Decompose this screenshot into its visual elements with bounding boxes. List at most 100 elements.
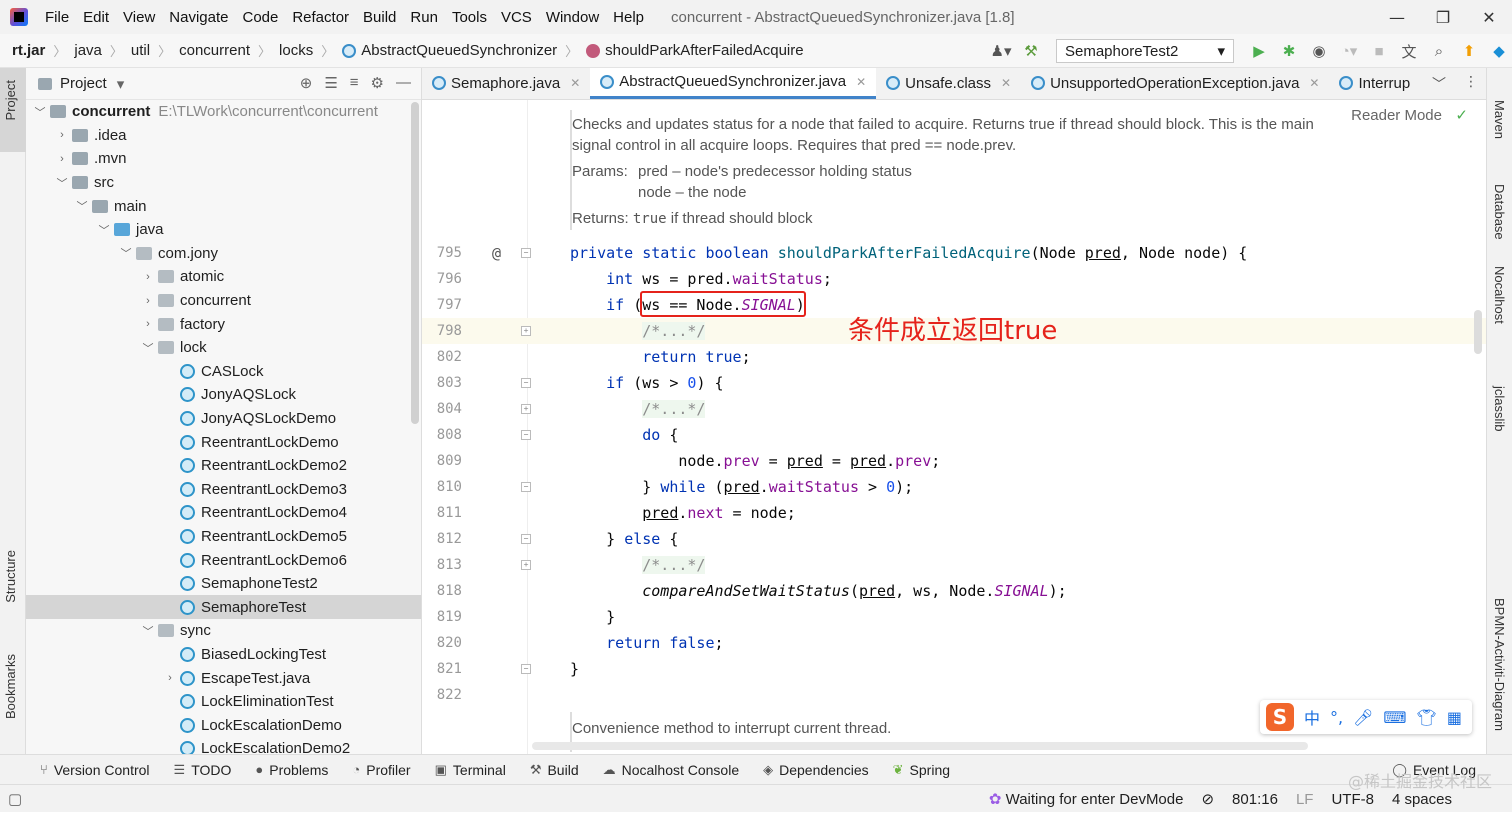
version-control-tool[interactable]: ⑂ Version Control (0, 762, 162, 778)
override-at-icon[interactable]: @ (492, 244, 501, 262)
bookmarks-tool-tab[interactable]: Bookmarks (3, 654, 18, 719)
tree-item[interactable]: LockEscalationDemo2 (26, 737, 421, 754)
devmode-status[interactable]: ✿ Waiting for enter DevMode (989, 790, 1184, 808)
tree-item[interactable]: JonyAQSLock (26, 383, 421, 407)
breadcrumb-class[interactable]: AbstractQueuedSynchronizer (338, 42, 561, 59)
ime-toolbar[interactable]: S 中 °, 🎤︎ ⌨ 👕︎ ▦ (1260, 700, 1472, 734)
tab-unsupported-operation-exception[interactable]: UnsupportedOperationException.java ✕ (1021, 68, 1329, 99)
toggle-tool-windows-icon[interactable]: ▢ (8, 790, 22, 808)
more-icon[interactable]: ⋮ (1464, 74, 1478, 94)
tree-item[interactable]: ﹀ main (26, 194, 421, 218)
tab-interrupted[interactable]: Interrup (1329, 68, 1420, 99)
dependencies-tool[interactable]: ◈ Dependencies (751, 762, 881, 778)
chevron-down-icon[interactable]: ﹀ (54, 175, 70, 191)
tree-item[interactable]: ReentrantLockDemo6 (26, 548, 421, 572)
debug-icon[interactable]: ✱ (1276, 38, 1302, 64)
tab-unsafe[interactable]: Unsafe.class ✕ (876, 68, 1021, 99)
line-separator[interactable]: LF (1296, 791, 1314, 808)
chevron-down-icon[interactable]: ▾ (117, 75, 125, 93)
structure-tool-tab[interactable]: Structure (3, 550, 18, 603)
plugin-logo-icon[interactable]: ◆ (1486, 38, 1512, 64)
profile-icon[interactable]: ◔▾ (1336, 38, 1362, 64)
profiler-tool[interactable]: ◔ Profiler (340, 762, 422, 778)
tree-item[interactable]: JonyAQSLockDemo (26, 407, 421, 431)
fold-marker-icon[interactable]: − (521, 248, 531, 258)
caret-position[interactable]: 801:16 (1232, 791, 1278, 808)
tree-item[interactable]: ﹀ com.jony (26, 242, 421, 266)
update-icon[interactable]: ⬆ (1456, 38, 1482, 64)
chevron-down-icon[interactable]: ﹀ (96, 222, 112, 238)
indent-setting[interactable]: 4 spaces (1392, 791, 1452, 808)
fold-marker-icon[interactable]: − (521, 534, 531, 544)
tree-item[interactable]: BiasedLockingTest (26, 643, 421, 667)
jclasslib-tool-tab[interactable]: jclasslib (1492, 386, 1507, 432)
close-icon[interactable]: ✕ (1309, 76, 1319, 90)
menu-run[interactable]: Run (403, 9, 445, 26)
chevron-down-icon[interactable]: ﹀ (74, 198, 90, 214)
spring-tool[interactable]: ❦ Spring (881, 762, 962, 778)
bpmn-tool-tab[interactable]: BPMN-Activiti-Diagram (1492, 598, 1507, 731)
breadcrumb-method[interactable]: shouldParkAfterFailedAcquire (582, 42, 807, 59)
breadcrumb-rt-jar[interactable]: rt.jar (0, 42, 49, 59)
fold-marker-icon[interactable]: − (521, 664, 531, 674)
terminal-tool[interactable]: ▣ Terminal (423, 762, 518, 778)
chevron-right-icon[interactable]: › (54, 129, 70, 141)
build-tool[interactable]: ⚒ Build (518, 762, 591, 778)
tree-item[interactable]: ﹀ sync (26, 619, 421, 643)
code-editor[interactable]: Reader Mode ✓ Checks and updates status … (422, 100, 1486, 754)
chevron-down-icon[interactable]: ﹀ (1432, 74, 1446, 94)
project-tool-tab[interactable]: Project (3, 80, 18, 120)
breadcrumb-java[interactable]: java (70, 42, 106, 59)
chevron-down-icon[interactable]: ﹀ (140, 623, 156, 639)
chevron-right-icon[interactable]: › (54, 153, 70, 165)
menu-code[interactable]: Code (235, 9, 285, 26)
tree-item[interactable]: ReentrantLockDemo5 (26, 525, 421, 549)
menu-file[interactable]: File (38, 9, 76, 26)
no-connection-icon[interactable]: ⊘ (1201, 790, 1214, 808)
microphone-icon[interactable]: 🎤︎ (1353, 708, 1373, 727)
chevron-right-icon[interactable]: › (140, 318, 156, 330)
tree-item-selected[interactable]: SemaphoreTest (26, 595, 421, 620)
user-icon[interactable]: ♟▾ (988, 38, 1014, 64)
todo-tool[interactable]: ☰ TODO (162, 762, 244, 778)
tree-item[interactable]: LockEliminationTest (26, 690, 421, 714)
chevron-down-icon[interactable]: ﹀ (118, 245, 134, 261)
close-icon[interactable]: ✕ (1001, 76, 1011, 90)
maven-tool-tab[interactable]: Maven (1492, 100, 1507, 139)
fold-marker-icon[interactable]: + (521, 404, 531, 414)
skin-icon[interactable]: 👕︎ (1417, 708, 1437, 727)
tree-item[interactable]: LockEscalationDemo (26, 713, 421, 737)
menu-view[interactable]: View (116, 9, 162, 26)
hide-icon[interactable]: — (396, 74, 411, 92)
fold-marker-icon[interactable]: + (521, 560, 531, 570)
fold-marker-icon[interactable]: − (521, 378, 531, 388)
fold-marker-icon[interactable]: − (521, 430, 531, 440)
tree-item[interactable]: › concurrent (26, 289, 421, 313)
menu-refactor[interactable]: Refactor (285, 9, 356, 26)
tree-item-root[interactable]: ﹀ concurrent E:\TLWork\concurrent\concurre… (26, 100, 421, 124)
close-icon[interactable]: ✕ (570, 76, 580, 90)
tree-item[interactable]: › EscapeTest.java (26, 666, 421, 690)
tree-item[interactable]: ReentrantLockDemo (26, 430, 421, 454)
breadcrumb-concurrent[interactable]: concurrent (175, 42, 254, 59)
build-hammer-icon[interactable]: ⚒ (1018, 38, 1044, 64)
horizontal-scrollbar[interactable] (532, 742, 1308, 750)
translate-icon[interactable]: 文 (1396, 38, 1422, 64)
close-button[interactable]: ✕ (1466, 0, 1512, 34)
keyboard-icon[interactable]: ⌨ (1383, 708, 1406, 727)
tree-item[interactable]: › .idea (26, 124, 421, 148)
project-panel-title[interactable]: Project (60, 75, 107, 92)
vertical-scrollbar[interactable] (1474, 310, 1482, 354)
file-encoding[interactable]: UTF-8 (1331, 791, 1374, 808)
chevron-right-icon[interactable]: › (140, 295, 156, 307)
tree-item[interactable]: ﹀ lock (26, 336, 421, 360)
gear-icon[interactable]: ⚙ (371, 74, 384, 92)
search-icon[interactable]: ⌕ (1426, 38, 1452, 64)
tab-abstract-queued-synchronizer[interactable]: AbstractQueuedSynchronizer.java ✕ (590, 68, 877, 99)
grid-icon[interactable]: ▦ (1447, 708, 1462, 727)
close-icon[interactable]: ✕ (856, 75, 866, 89)
maximize-button[interactable]: ❐ (1420, 0, 1466, 34)
coverage-icon[interactable]: ◉ (1306, 38, 1332, 64)
tree-item[interactable]: ReentrantLockDemo3 (26, 478, 421, 502)
run-configuration-select[interactable]: SemaphoreTest2 ▾ (1056, 39, 1234, 63)
